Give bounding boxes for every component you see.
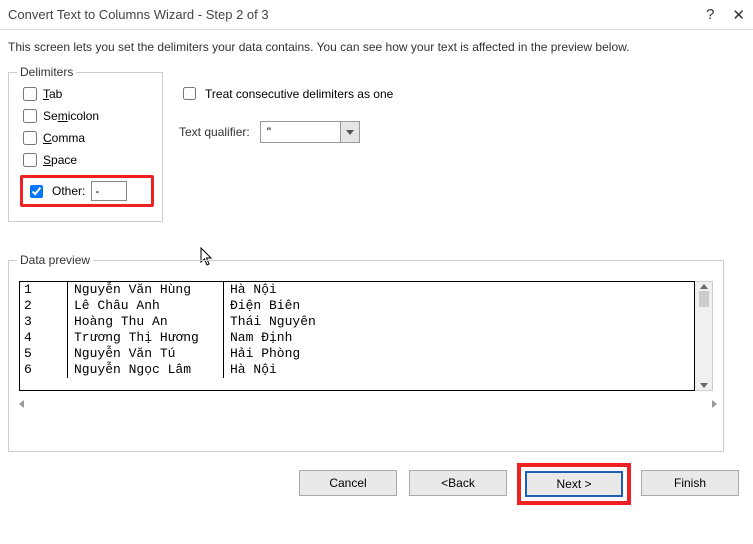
cancel-button[interactable]: Cancel: [299, 470, 397, 496]
cell: Nguyễn Văn Tú: [68, 346, 224, 362]
close-icon[interactable]: ✕: [732, 6, 745, 24]
horizontal-scrollbar[interactable]: [19, 397, 717, 411]
scroll-down-icon[interactable]: [700, 383, 708, 388]
delim-other-input[interactable]: [91, 181, 127, 201]
cell: 3: [20, 314, 68, 330]
delim-tab-label: Tab: [43, 87, 62, 101]
cell: Nam Định: [224, 330, 694, 346]
preview-table: 1Nguyễn Văn HùngHà Nội2Lê Châu AnhĐiện B…: [19, 281, 695, 391]
delim-comma-label: Comma: [43, 131, 85, 145]
help-icon[interactable]: ?: [706, 6, 714, 23]
cell: Hải Phòng: [224, 346, 694, 362]
treat-consecutive-checkbox[interactable]: [183, 87, 196, 100]
cell: Nguyễn Ngọc Lâm: [68, 362, 224, 378]
window-controls: ? ✕: [706, 6, 745, 24]
back-button[interactable]: < Back: [409, 470, 507, 496]
cell: Lê Châu Anh: [68, 298, 224, 314]
data-preview-legend: Data preview: [17, 253, 93, 267]
cell: Hà Nội: [224, 282, 694, 298]
delim-space-label: Space: [43, 153, 77, 167]
next-highlight: Next >: [517, 463, 631, 505]
delim-tab-row[interactable]: Tab: [23, 87, 154, 101]
scroll-thumb[interactable]: [699, 291, 709, 307]
table-row: 6Nguyễn Ngọc LâmHà Nội: [20, 362, 694, 378]
cell: 1: [20, 282, 68, 298]
delim-other-checkbox[interactable]: [30, 185, 43, 198]
dialog-buttons: Cancel < Back Next > Finish: [0, 460, 753, 508]
scroll-right-icon[interactable]: [712, 400, 717, 408]
chevron-down-icon: [346, 130, 354, 135]
table-row: 5Nguyễn Văn TúHải Phòng: [20, 346, 694, 362]
data-preview-group: Data preview 1Nguyễn Văn HùngHà Nội2Lê C…: [8, 260, 724, 452]
text-qualifier-dropdown-button[interactable]: [340, 121, 360, 143]
delim-other-label: Other:: [52, 184, 85, 198]
delim-comma-checkbox[interactable]: [23, 131, 37, 145]
cell: Hoàng Thu An: [68, 314, 224, 330]
dialog-description: This screen lets you set the delimiters …: [8, 40, 745, 54]
cell: 4: [20, 330, 68, 346]
treat-consecutive-label: Treat consecutive delimiters as one: [205, 87, 393, 101]
vertical-scrollbar[interactable]: [695, 281, 713, 391]
next-button[interactable]: Next >: [525, 471, 623, 497]
delim-space-row[interactable]: Space: [23, 153, 154, 167]
finish-button[interactable]: Finish: [641, 470, 739, 496]
delim-comma-row[interactable]: Comma: [23, 131, 154, 145]
treat-consecutive-row[interactable]: Treat consecutive delimiters as one: [179, 84, 393, 103]
cell: 5: [20, 346, 68, 362]
options-right: Treat consecutive delimiters as one Text…: [179, 66, 393, 153]
delim-other-row[interactable]: Other:: [20, 175, 154, 207]
delim-semicolon-label: Semicolon: [43, 109, 99, 123]
window-title: Convert Text to Columns Wizard - Step 2 …: [8, 7, 269, 22]
cell: Thái Nguyên: [224, 314, 694, 330]
cell: 2: [20, 298, 68, 314]
cell: Nguyễn Văn Hùng: [68, 282, 224, 298]
cell: Điện Biên: [224, 298, 694, 314]
title-bar: Convert Text to Columns Wizard - Step 2 …: [0, 0, 753, 30]
cell: 6: [20, 362, 68, 378]
delimiters-legend: Delimiters: [17, 65, 76, 79]
table-row: 2Lê Châu AnhĐiện Biên: [20, 298, 694, 314]
text-qualifier-label: Text qualifier:: [179, 125, 250, 139]
scroll-left-icon[interactable]: [19, 400, 24, 408]
cell: Trương Thị Hương: [68, 330, 224, 346]
text-qualifier-select[interactable]: [260, 121, 360, 143]
delimiters-group: Delimiters Tab Semicolon Comma Space Oth…: [8, 72, 163, 222]
text-qualifier-row: Text qualifier:: [179, 121, 393, 143]
table-row: 1Nguyễn Văn HùngHà Nội: [20, 282, 694, 298]
table-row: 3Hoàng Thu AnThái Nguyên: [20, 314, 694, 330]
text-qualifier-value[interactable]: [260, 121, 340, 143]
delim-space-checkbox[interactable]: [23, 153, 37, 167]
delim-semicolon-row[interactable]: Semicolon: [23, 109, 154, 123]
cell: Hà Nội: [224, 362, 694, 378]
table-row: 4Trương Thị HươngNam Định: [20, 330, 694, 346]
delim-tab-checkbox[interactable]: [23, 87, 37, 101]
scroll-up-icon[interactable]: [700, 284, 708, 289]
delim-semicolon-checkbox[interactable]: [23, 109, 37, 123]
